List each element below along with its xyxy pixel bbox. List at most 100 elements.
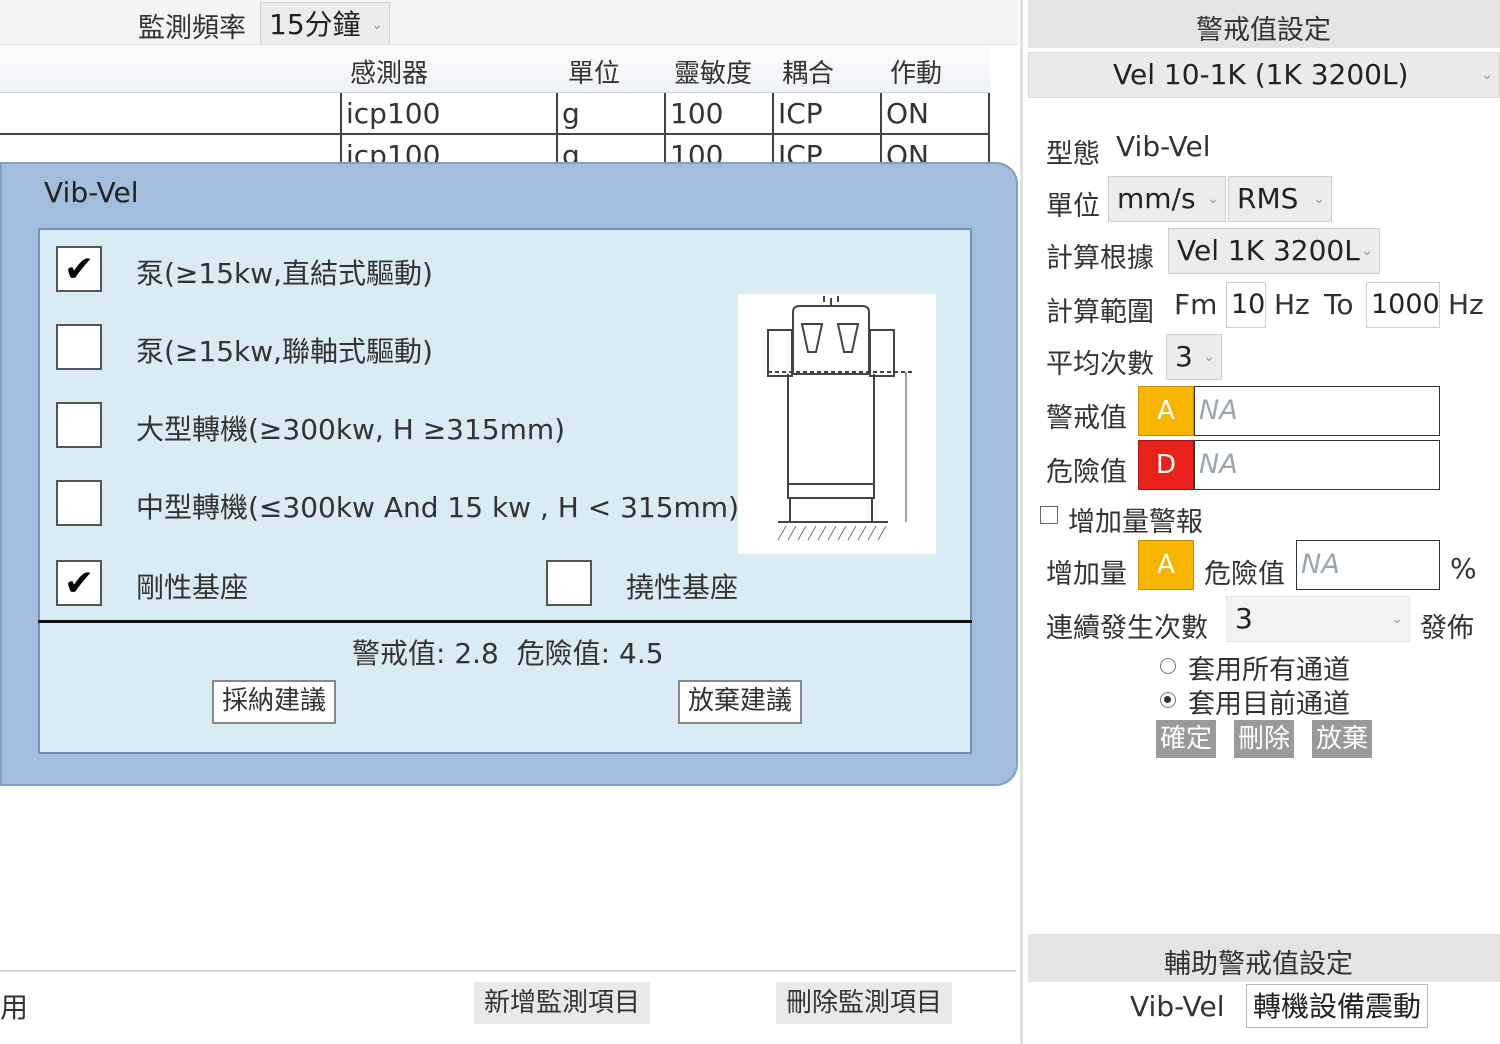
alarm-preset-value: Vel 10-1K (1K 3200L)	[1113, 58, 1409, 91]
type-label: 型態	[1046, 139, 1100, 170]
option-checkbox-pump-coupling[interactable]	[56, 324, 102, 370]
cell-unit: g	[562, 97, 580, 130]
unit-mode-value: RMS	[1237, 182, 1299, 215]
range-fm-label: Fm	[1174, 288, 1218, 321]
option-label-pump-coupling: 泵(≥15kw,聯軸式驅動)	[136, 335, 433, 368]
danger-value-input[interactable]: NA	[1194, 440, 1440, 490]
aux-type-label: Vib-Vel	[1130, 990, 1225, 1023]
option-checkbox-medium-machine[interactable]	[56, 480, 102, 526]
col-header-unit: 單位	[568, 59, 621, 89]
option-checkbox-pump-direct[interactable]: ✔	[56, 246, 102, 292]
confirm-button[interactable]: 確定	[1156, 720, 1216, 758]
consecutive-count-value: 3	[1235, 602, 1253, 635]
option-label-pump-direct: 泵(≥15kw,直結式驅動)	[136, 257, 433, 290]
publish-label: 發佈	[1420, 613, 1474, 644]
warning-badge-text: A	[1157, 396, 1175, 426]
machine-diagram	[738, 294, 936, 554]
increment-badge: A	[1138, 540, 1194, 590]
increment-danger-label: 危險值	[1204, 559, 1285, 590]
table-header-row	[0, 45, 990, 93]
frequency-label: 監測頻率	[138, 13, 246, 44]
reject-suggestion-button[interactable]: 放棄建議	[678, 680, 802, 724]
left-footer-line	[0, 970, 1016, 972]
basis-value: Vel 1K 3200L	[1177, 234, 1360, 267]
delete-monitor-item-button[interactable]: 刪除監測項目	[776, 982, 952, 1024]
chevron-down-icon: ⌄	[1203, 349, 1215, 365]
aux-preset-select[interactable]: 轉機設備震動	[1246, 984, 1428, 1028]
danger-badge: D	[1138, 440, 1194, 490]
average-count-label: 平均次數	[1046, 349, 1154, 380]
average-count-select[interactable]: 3 ⌄	[1166, 334, 1222, 380]
sensor-table: 感測器 單位 靈敏度 耦合 作動 icp100 g 100 ICP ON icp…	[0, 44, 1018, 172]
recommendation-result: 警戒值: 2.8 危險值: 4.5	[352, 637, 664, 670]
danger-label: 危險值	[1046, 457, 1127, 488]
warning-value-input[interactable]: NA	[1194, 386, 1440, 436]
basis-select[interactable]: Vel 1K 3200L ⌄	[1168, 228, 1380, 274]
increment-value-input[interactable]: NA	[1296, 540, 1440, 590]
delete-button[interactable]: 刪除	[1234, 720, 1294, 758]
cell-sensitivity: 100	[670, 97, 724, 130]
checkmark-icon: ✔	[64, 563, 95, 604]
unit-value: mm/s	[1117, 182, 1196, 215]
percent-label: %	[1450, 552, 1477, 585]
radio-selected-dot	[1164, 696, 1171, 703]
alarm-settings-title: 警戒值設定	[1196, 15, 1331, 46]
add-monitor-item-button[interactable]: 新增監測項目	[474, 982, 650, 1024]
range-label: 計算範圍	[1046, 297, 1154, 328]
danger-badge-text: D	[1155, 450, 1177, 480]
unit-mode-select[interactable]: RMS ⌄	[1228, 176, 1332, 222]
table-row[interactable]	[0, 137, 990, 165]
warning-label: 警戒值	[1046, 403, 1127, 434]
chevron-down-icon: ⌄	[1481, 67, 1493, 83]
col-header-action: 作動	[890, 59, 943, 89]
discard-button[interactable]: 放棄	[1312, 720, 1372, 758]
chevron-down-icon: ⌄	[1207, 191, 1219, 207]
col-header-coupling: 耦合	[782, 59, 835, 89]
chevron-down-icon: ⌄	[371, 17, 383, 33]
chevron-down-icon: ⌄	[1361, 243, 1373, 259]
col-header-sensor: 感測器	[350, 59, 429, 89]
increment-label: 增加量	[1046, 559, 1127, 590]
cell-sensor: icp100	[346, 97, 441, 130]
table-row[interactable]	[0, 93, 990, 135]
apply-all-radio[interactable]	[1160, 658, 1176, 674]
accept-suggestion-button[interactable]: 採納建議	[212, 680, 336, 724]
unit-label: 單位	[1046, 191, 1100, 222]
col-header-sensitivity: 靈敏度	[674, 59, 753, 89]
frequency-value: 15分鐘	[269, 8, 361, 41]
checkmark-icon: ✔	[64, 249, 95, 290]
truncated-label: 用	[0, 991, 29, 1024]
range-to-label: To	[1324, 288, 1354, 321]
rigid-base-label: 剛性基座	[136, 571, 249, 604]
increment-alarm-label: 增加量警報	[1068, 507, 1203, 538]
consecutive-count-select[interactable]: 3 ⌄	[1226, 596, 1410, 642]
basis-label: 計算根據	[1046, 243, 1154, 274]
range-from-input[interactable]: 10	[1226, 282, 1266, 328]
increment-alarm-checkbox[interactable]	[1040, 506, 1058, 524]
unit-select[interactable]: mm/s ⌄	[1108, 176, 1226, 222]
range-hz-label: Hz	[1274, 288, 1310, 321]
cell-coupling: ICP	[778, 97, 823, 130]
apply-current-radio[interactable]	[1160, 692, 1176, 708]
consecutive-count-label: 連續發生次數	[1046, 613, 1208, 644]
warning-badge: A	[1138, 386, 1194, 436]
frequency-select[interactable]: 15分鐘 ⌄	[260, 2, 390, 46]
flexible-base-checkbox[interactable]	[546, 560, 592, 606]
rigid-base-checkbox[interactable]: ✔	[56, 560, 102, 606]
range-hz-label-2: Hz	[1448, 288, 1484, 321]
aux-alarm-title: 輔助警戒值設定	[1164, 949, 1353, 980]
alarm-preset-select[interactable]: Vel 10-1K (1K 3200L) ⌄	[1028, 52, 1500, 98]
increment-badge-text: A	[1157, 550, 1175, 580]
chevron-down-icon: ⌄	[1313, 191, 1325, 207]
flexible-base-label: 撓性基座	[626, 571, 739, 604]
apply-current-label: 套用目前通道	[1188, 689, 1350, 720]
option-label-large-machine: 大型轉機(≥300kw, H ≥315mm)	[136, 413, 566, 446]
option-label-medium-machine: 中型轉機(≤300kw And 15 kw , H < 315mm)	[136, 491, 739, 524]
range-to-input[interactable]: 1000	[1366, 282, 1440, 328]
option-checkbox-large-machine[interactable]	[56, 402, 102, 448]
chevron-down-icon: ⌄	[1391, 611, 1403, 627]
panel-divider	[1020, 0, 1023, 1044]
type-value: Vib-Vel	[1116, 130, 1211, 163]
average-count-value: 3	[1175, 340, 1193, 373]
aux-preset-value: 轉機設備震動	[1253, 990, 1422, 1023]
